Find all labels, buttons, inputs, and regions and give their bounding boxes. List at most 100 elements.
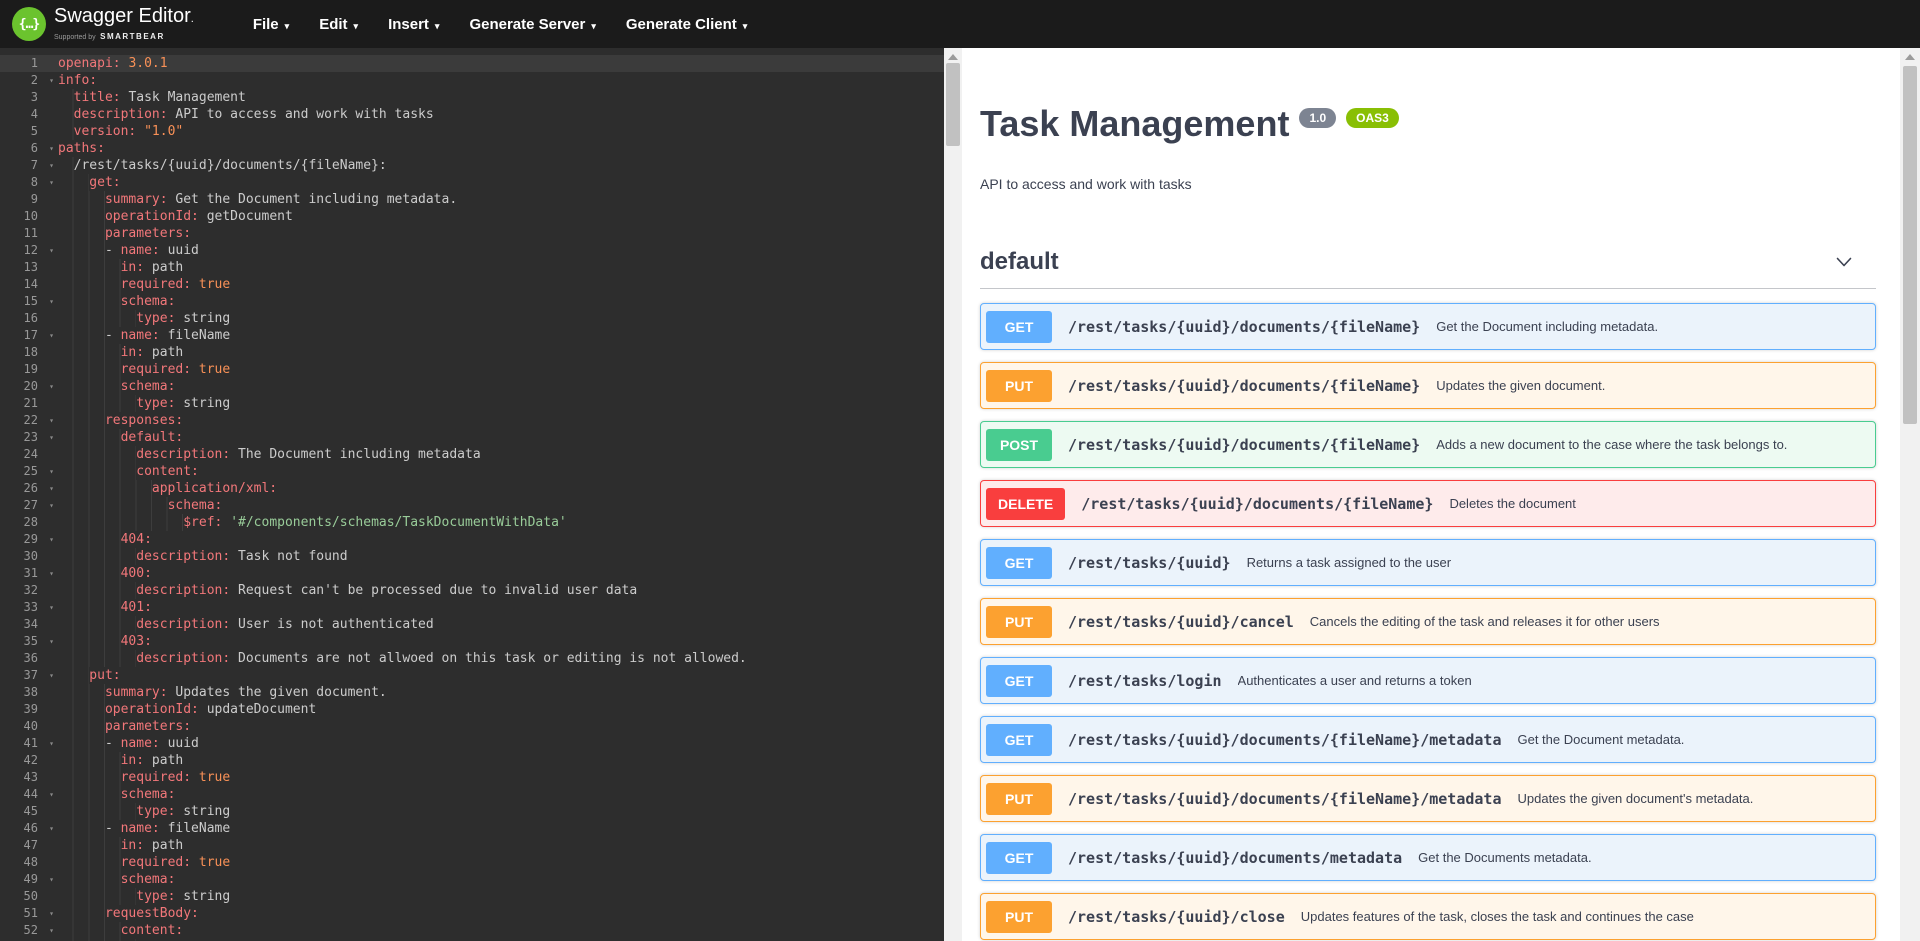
code-text: responses: bbox=[58, 412, 944, 429]
code-text: 403: bbox=[58, 633, 944, 650]
code-line: 1openapi: 3.0.1 bbox=[0, 55, 944, 72]
scroll-up-arrow-icon[interactable] bbox=[948, 54, 958, 60]
fold-caret-icon[interactable]: ▾ bbox=[49, 871, 54, 888]
menu-generate-server[interactable]: Generate Server▾ bbox=[454, 16, 610, 33]
operation-row-put[interactable]: PUT/rest/tasks/{uuid}/documents/{fileNam… bbox=[980, 362, 1876, 409]
code-line: 10operationId: getDocument bbox=[0, 208, 944, 225]
api-title: Task Management bbox=[980, 106, 1289, 142]
operation-row-get[interactable]: GET/rest/tasks/{uuid}/documents/{fileNam… bbox=[980, 303, 1876, 350]
fold-caret-icon[interactable]: ▾ bbox=[49, 786, 54, 803]
operation-row-get[interactable]: GET/rest/tasks/{uuid}/documents/metadata… bbox=[980, 834, 1876, 881]
section-header-default[interactable]: default bbox=[980, 248, 1876, 289]
operation-row-get[interactable]: GET/rest/tasks/loginAuthenticates a user… bbox=[980, 657, 1876, 704]
line-number: 26▾ bbox=[0, 480, 58, 497]
operation-row-get[interactable]: GET/rest/tasks/{uuid}Returns a task assi… bbox=[980, 539, 1876, 586]
code-text: in: path bbox=[58, 344, 944, 361]
code-text: version: "1.0" bbox=[58, 123, 944, 140]
method-badge: GET bbox=[986, 842, 1052, 874]
code-line: 27▾schema: bbox=[0, 497, 944, 514]
code-text: description: Task not found bbox=[58, 548, 944, 565]
operation-row-delete[interactable]: DELETE/rest/tasks/{uuid}/documents/{file… bbox=[980, 480, 1876, 527]
line-number: 27▾ bbox=[0, 497, 58, 514]
fold-caret-icon[interactable]: ▾ bbox=[49, 378, 54, 395]
menu-insert[interactable]: Insert▾ bbox=[373, 16, 454, 33]
line-number: 51▾ bbox=[0, 905, 58, 922]
code-line: 49▾schema: bbox=[0, 871, 944, 888]
fold-caret-icon[interactable]: ▾ bbox=[49, 293, 54, 310]
fold-caret-icon[interactable]: ▾ bbox=[49, 412, 54, 429]
code-text: schema: bbox=[58, 786, 944, 803]
caret-down-icon: ▾ bbox=[743, 21, 748, 31]
line-number: 32 bbox=[0, 582, 58, 599]
fold-caret-icon[interactable]: ▾ bbox=[49, 429, 54, 446]
operation-path: /rest/tasks/{uuid}/documents/{fileName}/… bbox=[1068, 790, 1501, 808]
preview-scrollbar[interactable] bbox=[1900, 48, 1920, 941]
preview-scrollbar-thumb[interactable] bbox=[1903, 66, 1917, 424]
code-text: $ref: '#/components/schemas/TaskDocument… bbox=[58, 514, 944, 531]
fold-caret-icon[interactable]: ▾ bbox=[49, 157, 54, 174]
fold-caret-icon[interactable]: ▾ bbox=[49, 633, 54, 650]
code-line: 14required: true bbox=[0, 276, 944, 293]
operation-row-get[interactable]: GET/rest/tasks/{uuid}/documents/{fileNam… bbox=[980, 716, 1876, 763]
line-number: 34 bbox=[0, 616, 58, 633]
code-line: 33▾401: bbox=[0, 599, 944, 616]
yaml-editor[interactable]: 1openapi: 3.0.12▾info:3title: Task Manag… bbox=[0, 48, 944, 941]
code-line: 42in: path bbox=[0, 752, 944, 769]
code-text: required: true bbox=[58, 769, 944, 786]
line-number: 49▾ bbox=[0, 871, 58, 888]
menu-file[interactable]: File▾ bbox=[238, 16, 304, 33]
fold-caret-icon[interactable]: ▾ bbox=[49, 905, 54, 922]
line-number: 28 bbox=[0, 514, 58, 531]
fold-caret-icon[interactable]: ▾ bbox=[49, 463, 54, 480]
operation-row-post[interactable]: POST/rest/tasks/{uuid}/documents/{fileNa… bbox=[980, 421, 1876, 468]
code-text: - name: fileName bbox=[58, 820, 944, 837]
line-number: 44▾ bbox=[0, 786, 58, 803]
fold-caret-icon[interactable]: ▾ bbox=[49, 242, 54, 259]
chevron-down-icon[interactable] bbox=[1834, 252, 1854, 272]
fold-caret-icon[interactable]: ▾ bbox=[49, 140, 54, 157]
code-line: 43required: true bbox=[0, 769, 944, 786]
fold-caret-icon[interactable]: ▾ bbox=[49, 735, 54, 752]
operation-path: /rest/tasks/{uuid}/documents/{fileName} bbox=[1081, 495, 1433, 513]
scroll-up-arrow-icon[interactable] bbox=[1905, 54, 1915, 60]
line-number: 23▾ bbox=[0, 429, 58, 446]
fold-caret-icon[interactable]: ▾ bbox=[49, 72, 54, 89]
code-text: - name: fileName bbox=[58, 327, 944, 344]
fold-caret-icon[interactable]: ▾ bbox=[49, 565, 54, 582]
operation-row-put[interactable]: PUT/rest/tasks/{uuid}/documents/{fileNam… bbox=[980, 775, 1876, 822]
operation-summary: Get the Documents metadata. bbox=[1418, 850, 1591, 865]
code-text: content: bbox=[58, 922, 944, 939]
fold-caret-icon[interactable]: ▾ bbox=[49, 820, 54, 837]
fold-caret-icon[interactable]: ▾ bbox=[49, 327, 54, 344]
operation-path: /rest/tasks/{uuid}/documents/{fileName}/… bbox=[1068, 731, 1501, 749]
brand: {…} Swagger Editor. Supported by SMARTBE… bbox=[12, 6, 194, 42]
line-number: 9 bbox=[0, 191, 58, 208]
line-number: 36 bbox=[0, 650, 58, 667]
code-text: schema: bbox=[58, 497, 944, 514]
brand-title-text: Swagger Editor bbox=[54, 5, 191, 27]
operation-row-put[interactable]: PUT/rest/tasks/{uuid}/closeUpdates featu… bbox=[980, 893, 1876, 940]
code-line: 13in: path bbox=[0, 259, 944, 276]
fold-caret-icon[interactable]: ▾ bbox=[49, 531, 54, 548]
fold-caret-icon[interactable]: ▾ bbox=[49, 174, 54, 191]
fold-caret-icon[interactable]: ▾ bbox=[49, 480, 54, 497]
fold-caret-icon[interactable]: ▾ bbox=[49, 599, 54, 616]
code-line: 26▾application/xml: bbox=[0, 480, 944, 497]
code-text: info: bbox=[58, 72, 944, 89]
method-badge: DELETE bbox=[986, 488, 1065, 520]
fold-caret-icon[interactable]: ▾ bbox=[49, 667, 54, 684]
menu-generate-client[interactable]: Generate Client▾ bbox=[611, 16, 762, 33]
menu-edit[interactable]: Edit▾ bbox=[304, 16, 373, 33]
operation-row-put[interactable]: PUT/rest/tasks/{uuid}/cancelCancels the … bbox=[980, 598, 1876, 645]
editor-scrollbar-thumb[interactable] bbox=[946, 63, 960, 146]
code-line: 50type: string bbox=[0, 888, 944, 905]
operation-summary: Get the Document including metadata. bbox=[1436, 319, 1658, 334]
line-number: 18 bbox=[0, 344, 58, 361]
code-text: schema: bbox=[58, 293, 944, 310]
code-text: description: Request can't be processed … bbox=[58, 582, 944, 599]
fold-caret-icon[interactable]: ▾ bbox=[49, 922, 54, 939]
line-number: 7▾ bbox=[0, 157, 58, 174]
editor-scrollbar[interactable] bbox=[944, 48, 962, 941]
code-text: in: path bbox=[58, 837, 944, 854]
fold-caret-icon[interactable]: ▾ bbox=[49, 497, 54, 514]
